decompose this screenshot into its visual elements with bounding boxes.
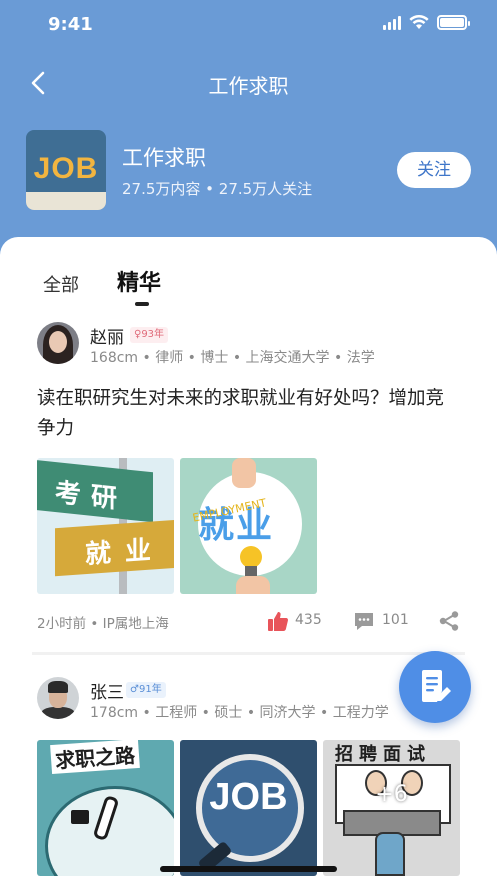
topic-header: JOB 工作求职 27.5万内容 • 27.5万人关注 关注 bbox=[26, 130, 471, 212]
post-card[interactable]: 赵丽 ♀93年 168cm • 律师 • 博士 • 上海交通大学 • 法学 读在… bbox=[37, 322, 462, 652]
career-road-image-text: 求职之路 bbox=[50, 740, 140, 775]
battery-icon bbox=[437, 15, 470, 30]
post-images: 求职之路 JOB 招聘面试 +6 bbox=[37, 740, 462, 876]
topic-title: 工作求职 bbox=[122, 146, 206, 170]
signpost-image[interactable]: 考研 就业 bbox=[37, 458, 174, 594]
status-icons bbox=[383, 15, 470, 30]
home-indicator bbox=[160, 866, 337, 872]
avatar[interactable] bbox=[37, 677, 79, 719]
user-name[interactable]: 赵丽 bbox=[90, 323, 124, 348]
user-name[interactable]: 张三 bbox=[90, 678, 124, 703]
post-footer: 2小时前 • IP属地上海 435 101 bbox=[37, 610, 462, 632]
comment-icon[interactable] bbox=[353, 610, 375, 632]
tab-all[interactable]: 全部 bbox=[43, 271, 79, 297]
post-time-location: 2小时前 • IP属地上海 bbox=[37, 616, 169, 632]
like-count: 435 bbox=[295, 612, 322, 628]
interview-image-text: 招聘面试 bbox=[335, 744, 431, 765]
post-title[interactable]: 读在职研究生对未来的求职就业有好处吗？增加竞争力 bbox=[37, 384, 462, 444]
follow-button[interactable]: 关注 bbox=[397, 152, 471, 188]
tab-active-indicator bbox=[135, 302, 149, 306]
more-images-count: +6 bbox=[375, 782, 408, 807]
status-time: 9:41 bbox=[48, 14, 93, 35]
content-sheet: 全部 精华 赵丽 ♀93年 168cm • 律师 • 博士 • 上海交通大学 •… bbox=[0, 237, 497, 883]
topic-thumbnail-decoration bbox=[26, 192, 106, 210]
signal-icon bbox=[383, 15, 401, 30]
career-road-image[interactable]: 求职之路 bbox=[37, 740, 174, 876]
gender-age-badge: ♂91年 bbox=[126, 682, 166, 698]
status-bar: 9:41 bbox=[0, 0, 497, 50]
wifi-icon bbox=[409, 15, 429, 29]
share-icon[interactable] bbox=[438, 610, 460, 632]
signpost-text-top: 考研 bbox=[37, 459, 153, 523]
user-meta: 178cm • 工程师 • 硕士 • 同济大学 • 工程力学 bbox=[90, 705, 389, 721]
like-icon[interactable] bbox=[267, 610, 289, 632]
tab-featured[interactable]: 精华 bbox=[117, 265, 161, 297]
nav-bar: 工作求职 bbox=[0, 58, 497, 108]
job-magnifier-image-text: JOB bbox=[209, 776, 288, 818]
avatar[interactable] bbox=[37, 322, 79, 364]
tab-bar: 全部 精华 bbox=[0, 265, 497, 306]
gender-age-badge: ♀93年 bbox=[130, 327, 169, 343]
comment-count: 101 bbox=[382, 612, 409, 628]
signpost-text-bottom: 就业 bbox=[55, 519, 174, 577]
topic-thumbnail-text: JOB bbox=[33, 152, 99, 185]
post-images: 考研 就业 就业 EMPLOYMENT bbox=[37, 458, 462, 594]
topic-stats: 27.5万内容 • 27.5万人关注 bbox=[122, 180, 313, 198]
compose-icon bbox=[422, 670, 451, 702]
interview-image[interactable]: 招聘面试 +6 bbox=[323, 740, 460, 876]
job-magnifier-image[interactable]: JOB bbox=[180, 740, 317, 876]
employment-image[interactable]: 就业 EMPLOYMENT bbox=[180, 458, 317, 594]
compose-button[interactable] bbox=[399, 651, 471, 723]
post-divider bbox=[32, 652, 465, 655]
topic-thumbnail: JOB bbox=[26, 130, 106, 210]
user-meta: 168cm • 律师 • 博士 • 上海交通大学 • 法学 bbox=[90, 350, 375, 366]
post-card[interactable]: 张三 ♂91年 178cm • 工程师 • 硕士 • 同济大学 • 工程力学 求… bbox=[37, 677, 462, 883]
page-title: 工作求职 bbox=[208, 74, 289, 98]
